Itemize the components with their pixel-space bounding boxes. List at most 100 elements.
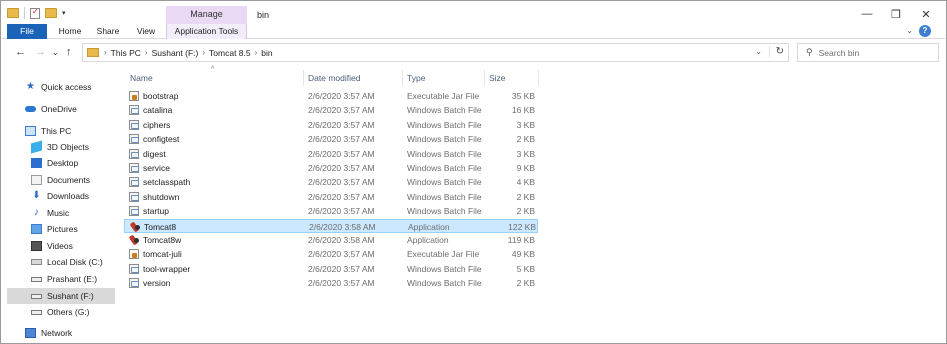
address-bar[interactable]: › This PC › Sushant (F:) › Tomcat 8.5 › … <box>82 43 789 62</box>
file-name: ciphers <box>143 119 171 130</box>
chevron-right-icon[interactable]: › <box>145 48 148 57</box>
sidebar-item-label: Downloads <box>47 191 90 201</box>
file-size: 2 KB <box>516 278 535 289</box>
help-icon[interactable]: ? <box>919 25 931 37</box>
jar-file-icon <box>129 91 139 101</box>
column-divider[interactable] <box>538 70 539 86</box>
breadcrumb-tomcat[interactable]: Tomcat 8.5 <box>209 48 251 58</box>
sidebar-item-3d-objects[interactable]: 3D Objects <box>31 139 115 155</box>
batch-file-icon <box>129 163 139 173</box>
file-row[interactable]: configtest 2/6/2020 3:57 AM Windows Batch … <box>124 132 538 146</box>
file-date-modified: 2/6/2020 3:57 AM <box>308 206 375 217</box>
file-date-modified: 2/6/2020 3:57 AM <box>308 163 375 173</box>
drive-icon <box>31 276 42 282</box>
file-name: service <box>143 163 170 173</box>
tab-file[interactable]: File <box>7 24 47 39</box>
tab-application-tools[interactable]: Application Tools <box>166 24 247 39</box>
file-row[interactable]: Tomcat8 2/6/2020 3:58 AM Application 122 KB <box>124 218 538 233</box>
up-button[interactable]: ↑ <box>66 46 72 58</box>
file-row[interactable]: ciphers 2/6/2020 3:57 AM Windows Batch Fil… <box>124 118 538 132</box>
file-row[interactable]: service 2/6/2020 3:57 AM Windows Batch Fil… <box>124 161 538 175</box>
file-date-modified: 2/6/2020 3:57 AM <box>308 105 375 116</box>
search-box[interactable]: ⚲ Search bin <box>797 43 939 62</box>
sidebar-item-label: Music <box>47 208 70 218</box>
manage-context-tab[interactable]: Manage <box>166 6 247 25</box>
expand-ribbon-icon[interactable]: ⌄ <box>906 26 913 35</box>
jar-file-icon <box>129 249 139 260</box>
back-button[interactable]: ← <box>15 46 26 58</box>
minimize-button[interactable]: — <box>860 8 874 20</box>
column-divider[interactable] <box>303 70 304 86</box>
file-type: Application <box>408 221 450 232</box>
sidebar-item-downloads[interactable]: ⬇ Downloads <box>31 188 115 204</box>
sidebar-item-this-pc[interactable]: This PC <box>25 123 115 139</box>
sidebar-item-sushant-drive[interactable]: Sushant (F:) <box>7 288 115 304</box>
music-icon: ♪ <box>34 207 39 218</box>
sidebar-item-quick-access[interactable]: ★ Quick access <box>25 79 115 95</box>
file-size: 3 KB <box>516 119 535 130</box>
file-row[interactable]: startup 2/6/2020 3:57 AM Windows Batch Fil… <box>124 204 538 218</box>
new-folder-icon[interactable] <box>45 8 57 18</box>
documents-icon <box>31 175 42 185</box>
column-header-size[interactable]: Size <box>489 72 534 86</box>
tab-view[interactable]: View <box>132 24 160 39</box>
file-row[interactable]: Tomcat8w 2/6/2020 3:58 AM Application 119 K… <box>124 233 538 247</box>
file-row[interactable]: shutdown 2/6/2020 3:57 AM Windows Batch Fi… <box>124 190 538 204</box>
close-button[interactable]: ✕ <box>919 8 933 21</box>
column-header-type[interactable]: Type <box>407 72 482 86</box>
sidebar-item-desktop[interactable]: Desktop <box>31 155 115 171</box>
file-name: tomcat-juli <box>143 249 182 260</box>
sidebar-item-others-drive[interactable]: Others (G:) <box>31 304 115 320</box>
file-row[interactable]: version 2/6/2020 3:57 AM Windows Batch Fil… <box>124 276 538 290</box>
desktop-icon <box>31 158 42 168</box>
column-header-name[interactable]: Name <box>130 72 300 86</box>
sidebar-item-documents[interactable]: Documents <box>31 172 115 188</box>
sidebar-item-label: Desktop <box>47 158 79 168</box>
chevron-right-icon[interactable]: › <box>104 48 107 57</box>
maximize-button[interactable]: ❐ <box>889 8 903 21</box>
file-row[interactable]: bootstrap 2/6/2020 3:57 AM Executable Jar … <box>124 89 538 103</box>
sidebar-item-label: Videos <box>47 241 73 251</box>
sidebar-item-label: Documents <box>47 175 90 185</box>
properties-icon[interactable] <box>30 7 40 19</box>
sidebar-item-local-disk[interactable]: Local Disk (C:) <box>31 254 115 270</box>
computer-icon <box>25 126 36 136</box>
search-placeholder[interactable]: Search bin <box>819 48 860 58</box>
forward-button[interactable]: → <box>35 46 46 58</box>
file-name: tool-wrapper <box>143 263 191 274</box>
file-type: Windows Batch File <box>407 206 482 217</box>
sidebar-item-videos[interactable]: Videos <box>31 238 115 254</box>
recent-locations-button[interactable]: ⌄ <box>52 48 59 57</box>
file-date-modified: 2/6/2020 3:57 AM <box>308 148 375 159</box>
file-date-modified: 2/6/2020 3:57 AM <box>308 191 375 202</box>
breadcrumb-sushant-drive[interactable]: Sushant (F:) <box>152 48 199 58</box>
file-date-modified: 2/6/2020 3:57 AM <box>308 177 375 188</box>
address-history-icon[interactable]: ⌄ <box>755 47 762 56</box>
sidebar-item-pictures[interactable]: Pictures <box>31 221 115 237</box>
sidebar-item-network[interactable]: Network <box>25 325 115 341</box>
chevron-right-icon[interactable]: › <box>202 48 205 57</box>
file-row[interactable]: digest 2/6/2020 3:57 AM Windows Batch File… <box>124 147 538 161</box>
breadcrumb-bin[interactable]: bin <box>261 48 272 58</box>
file-name: startup <box>143 206 169 217</box>
chevron-right-icon[interactable]: › <box>255 48 258 57</box>
column-divider[interactable] <box>484 70 485 86</box>
column-divider[interactable] <box>402 70 403 86</box>
sidebar-item-prashant-drive[interactable]: Prashant (E:) <box>31 271 115 287</box>
sidebar-item-onedrive[interactable]: OneDrive <box>25 101 115 117</box>
breadcrumb-this-pc[interactable]: This PC <box>111 48 141 58</box>
refresh-button[interactable]: ↻ <box>768 46 784 57</box>
tab-share[interactable]: Share <box>93 24 123 39</box>
file-name: Tomcat8w <box>143 235 182 245</box>
sidebar-item-music[interactable]: ♪ Music <box>31 205 115 221</box>
drive-icon <box>31 293 42 299</box>
file-row[interactable]: catalina 2/6/2020 3:57 AM Windows Batch Fi… <box>124 103 538 117</box>
customize-toolbar-icon[interactable]: ▾ <box>62 9 66 17</box>
file-row[interactable]: tool-wrapper 2/6/2020 3:57 AM Windows Batc… <box>124 262 538 276</box>
file-type: Windows Batch File <box>407 177 482 188</box>
file-row[interactable]: tomcat-juli 2/6/2020 3:57 AM Executable Ja… <box>124 247 538 261</box>
file-type: Windows Batch File <box>407 148 482 159</box>
tab-home[interactable]: Home <box>53 24 87 39</box>
file-row[interactable]: setclasspath 2/6/2020 3:57 AM Windows Batc… <box>124 175 538 189</box>
column-header-date-modified[interactable]: Date modified <box>308 72 398 86</box>
